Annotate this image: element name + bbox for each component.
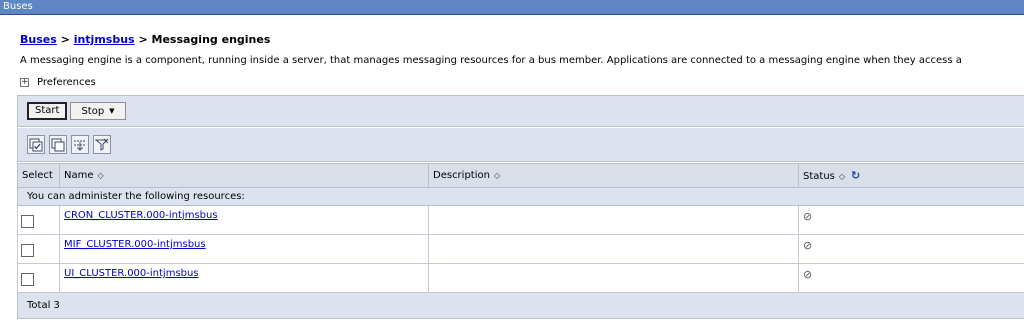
column-header-select: Select: [17, 163, 60, 188]
select-cell: [17, 205, 60, 235]
clear-filter-icon[interactable]: [93, 135, 111, 154]
sort-ascending-icon[interactable]: ◇: [98, 171, 104, 180]
column-header-status[interactable]: Status ◇ ↻: [798, 163, 1024, 188]
table-row: CRON_CLUSTER.000-intjmsbus ⊘: [17, 205, 1024, 235]
column-header-description[interactable]: Description ◇: [428, 163, 799, 188]
stop-button-label: Stop: [81, 106, 105, 117]
refresh-icon[interactable]: ↻: [851, 169, 860, 182]
status-cell: ⊘: [798, 263, 1024, 293]
expand-filter-icon[interactable]: [71, 135, 89, 154]
table-row: UI_CLUSTER.000-intjmsbus ⊘: [17, 263, 1024, 293]
preferences-toggle[interactable]: + Preferences: [20, 77, 96, 88]
stopped-icon: ⊘: [803, 268, 813, 281]
sort-icon[interactable]: ◇: [839, 172, 845, 181]
breadcrumb-separator: >: [60, 33, 70, 46]
table-icon-toolbar: [17, 128, 1024, 162]
column-header-name[interactable]: Name ◇: [59, 163, 429, 188]
row-checkbox[interactable]: [21, 244, 34, 257]
stopped-icon: ⊘: [803, 239, 813, 252]
resource-link[interactable]: MIF_CLUSTER.000-intjmsbus: [64, 239, 206, 250]
window-title: Buses: [3, 1, 33, 12]
column-header-label: Select: [22, 170, 53, 181]
expand-icon[interactable]: +: [20, 78, 29, 87]
select-cell: [17, 263, 60, 293]
column-header-label: Status: [803, 171, 835, 182]
chevron-down-icon: ▼: [109, 107, 115, 115]
deselect-all-icon[interactable]: [49, 135, 67, 154]
status-cell: ⊘: [798, 234, 1024, 264]
description-cell: [428, 234, 799, 264]
column-header-label: Name: [64, 170, 94, 181]
start-button[interactable]: Start: [27, 102, 68, 120]
description-cell: [428, 263, 799, 293]
resource-link[interactable]: UI_CLUSTER.000-intjmsbus: [64, 268, 199, 279]
sort-icon[interactable]: ◇: [494, 171, 500, 180]
messaging-engines-table: Select Name ◇ Description ◇ Status ◇ ↻ You c…: [17, 163, 1024, 319]
preferences-label[interactable]: Preferences: [37, 77, 96, 88]
breadcrumb: Buses > intjmsbus > Messaging engines: [20, 33, 270, 46]
column-header-label: Description: [433, 170, 490, 181]
stopped-icon: ⊘: [803, 210, 813, 223]
table-total: Total 3: [17, 292, 1024, 319]
select-all-icon[interactable]: [27, 135, 45, 154]
breadcrumb-link-bus[interactable]: intjmsbus: [74, 33, 135, 46]
row-checkbox[interactable]: [21, 215, 34, 228]
name-cell: UI_CLUSTER.000-intjmsbus: [59, 263, 429, 293]
select-cell: [17, 234, 60, 264]
breadcrumb-separator: >: [138, 33, 148, 46]
window-title-bar: Buses: [0, 0, 1024, 15]
breadcrumb-current: Messaging engines: [151, 33, 271, 46]
table-row: MIF_CLUSTER.000-intjmsbus ⊘: [17, 234, 1024, 264]
row-checkbox[interactable]: [21, 273, 34, 286]
stop-button[interactable]: Stop ▼: [70, 102, 126, 120]
breadcrumb-link-buses[interactable]: Buses: [20, 33, 57, 46]
description-cell: [428, 205, 799, 235]
name-cell: CRON_CLUSTER.000-intjmsbus: [59, 205, 429, 235]
name-cell: MIF_CLUSTER.000-intjmsbus: [59, 234, 429, 264]
resource-link[interactable]: CRON_CLUSTER.000-intjmsbus: [64, 210, 218, 221]
action-toolbar: Start Stop ▼: [17, 95, 1024, 127]
admin-note: You can administer the following resourc…: [17, 187, 1024, 206]
page-description: A messaging engine is a component, runni…: [20, 55, 962, 66]
status-cell: ⊘: [798, 205, 1024, 235]
